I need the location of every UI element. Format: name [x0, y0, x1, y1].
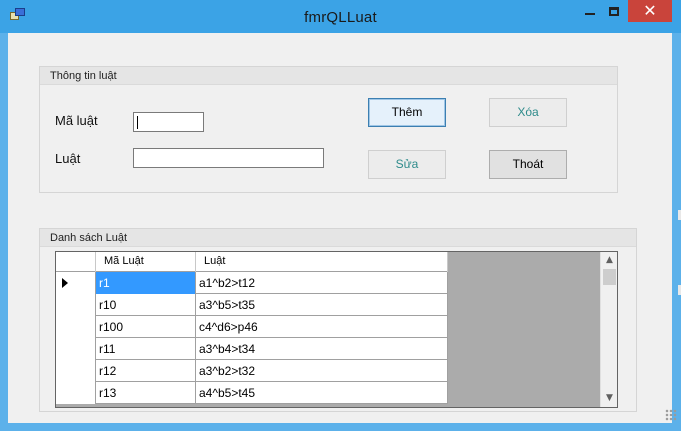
sua-button[interactable]: Sửa	[368, 150, 446, 179]
scroll-thumb[interactable]	[603, 269, 616, 285]
ma-luat-label: Mã luật	[55, 113, 98, 128]
luat-input[interactable]	[133, 148, 324, 168]
maximize-button[interactable]	[600, 0, 630, 22]
maximize-icon	[609, 7, 619, 16]
info-group-title: Thông tin luật	[50, 70, 117, 82]
row-header[interactable]	[56, 316, 96, 338]
info-group-header: Thông tin luật	[40, 67, 617, 85]
cell-ma-luat[interactable]: r1	[96, 272, 196, 294]
cell-ma-luat[interactable]: r11	[96, 338, 196, 360]
column-header-ma-luat[interactable]: Mã Luật	[96, 252, 196, 272]
ma-luat-input[interactable]	[133, 112, 204, 132]
cell-luat[interactable]: a3^b5>t35	[196, 294, 448, 316]
cell-luat[interactable]: a4^b5>t45	[196, 382, 448, 404]
cell-ma-luat[interactable]: r10	[96, 294, 196, 316]
thoat-button[interactable]: Thoát	[489, 150, 567, 179]
grid-header-row: Mã Luật Luật	[56, 252, 448, 272]
scroll-up-icon[interactable]: ▲	[601, 252, 617, 269]
window-frame-left	[0, 33, 8, 431]
luat-label: Luật	[55, 151, 81, 166]
list-groupbox: Danh sách Luật Mã Luật Luật r1 a1^b2>t12…	[39, 228, 637, 412]
close-icon: ✕	[643, 1, 657, 20]
list-group-header: Danh sách Luật	[40, 229, 636, 247]
xoa-button[interactable]: Xóa	[489, 98, 567, 127]
list-group-title: Danh sách Luật	[50, 232, 128, 244]
grid-table: Mã Luật Luật r1 a1^b2>t12 r10 a3^b5>t35 …	[56, 252, 448, 404]
column-header-luat[interactable]: Luật	[196, 252, 448, 272]
cell-luat[interactable]: a3^b4>t34	[196, 338, 448, 360]
cell-ma-luat[interactable]: r13	[96, 382, 196, 404]
table-row[interactable]: r11 a3^b4>t34	[56, 338, 448, 360]
window-frame-right	[672, 33, 681, 431]
luat-datagrid[interactable]: Mã Luật Luật r1 a1^b2>t12 r10 a3^b5>t35 …	[55, 251, 618, 408]
resize-grip-icon[interactable]	[665, 409, 677, 421]
row-header[interactable]	[56, 338, 96, 360]
cell-luat[interactable]: a1^b2>t12	[196, 272, 448, 294]
table-row[interactable]: r10 a3^b5>t35	[56, 294, 448, 316]
row-header[interactable]	[56, 382, 96, 404]
close-button[interactable]: ✕	[628, 0, 672, 22]
them-button[interactable]: Thêm	[368, 98, 446, 127]
title-bar: fmrQLLuat ✕	[0, 0, 681, 33]
table-row[interactable]: r12 a3^b2>t32	[56, 360, 448, 382]
table-row[interactable]: r13 a4^b5>t45	[56, 382, 448, 404]
row-header[interactable]	[56, 360, 96, 382]
form-client-area: Thông tin luật Mã luật Luật Thêm Xóa Sửa…	[8, 33, 677, 423]
cell-luat[interactable]: a3^b2>t32	[196, 360, 448, 382]
current-row-arrow-icon	[62, 278, 68, 288]
grid-corner-header[interactable]	[56, 252, 96, 272]
text-caret	[137, 116, 138, 129]
scroll-down-icon[interactable]: ▼	[601, 390, 617, 407]
window-frame-bottom	[0, 423, 681, 431]
table-row[interactable]: r1 a1^b2>t12	[56, 272, 448, 294]
cell-ma-luat[interactable]: r100	[96, 316, 196, 338]
cell-luat[interactable]: c4^d6>p46	[196, 316, 448, 338]
cell-ma-luat[interactable]: r12	[96, 360, 196, 382]
row-header[interactable]	[56, 294, 96, 316]
minimize-icon	[585, 13, 595, 15]
table-row[interactable]: r100 c4^d6>p46	[56, 316, 448, 338]
vertical-scrollbar[interactable]: ▲ ▼	[600, 252, 617, 407]
row-header[interactable]	[56, 272, 96, 294]
info-groupbox: Thông tin luật Mã luật Luật Thêm Xóa Sửa…	[39, 66, 618, 193]
